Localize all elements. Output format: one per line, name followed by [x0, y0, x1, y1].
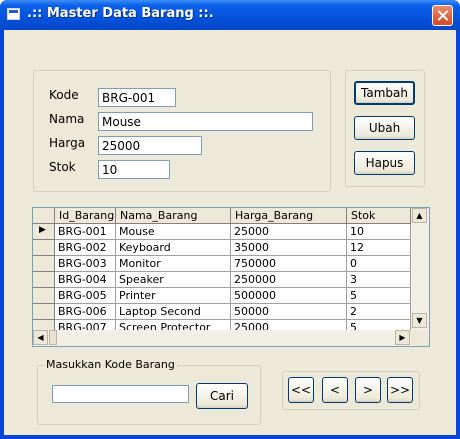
nama-label: Nama — [49, 112, 85, 126]
window-title: .:: Master Data Barang ::. — [27, 6, 214, 21]
row-selector[interactable] — [33, 272, 55, 288]
close-button[interactable] — [432, 5, 453, 26]
input-group: Kode BRG-001 Nama Mouse Harga 25000 Stok… — [33, 70, 331, 192]
cari-button[interactable]: Cari — [196, 383, 248, 409]
stok-label: Stok — [49, 160, 76, 174]
row-selector[interactable] — [33, 288, 55, 304]
scroll-down-arrow-icon[interactable]: ▼ — [412, 313, 427, 328]
cell-id[interactable]: BRG-005 — [55, 288, 116, 304]
scroll-right-arrow-icon[interactable]: ▶ — [395, 330, 410, 345]
harga-field[interactable]: 25000 — [98, 136, 202, 155]
column-header-harga[interactable]: Harga_Barang — [231, 208, 347, 224]
cell-stok[interactable]: 0 — [347, 256, 411, 272]
cell-id[interactable]: BRG-004 — [55, 272, 116, 288]
cell-harga[interactable]: 250000 — [231, 272, 347, 288]
cell-stok[interactable]: 5 — [347, 288, 411, 304]
cell-nama[interactable]: Keyboard — [116, 240, 231, 256]
first-record-button[interactable]: << — [288, 377, 314, 403]
next-record-button[interactable]: > — [355, 377, 381, 403]
title-bar[interactable]: .:: Master Data Barang ::. — [0, 0, 460, 30]
search-input[interactable] — [52, 385, 189, 403]
data-grid[interactable]: Id_Barang Nama_Barang Harga_Barang Stok … — [32, 207, 430, 347]
scroll-left-arrow-icon[interactable]: ◀ — [33, 330, 48, 345]
cell-harga[interactable]: 500000 — [231, 288, 347, 304]
last-record-button[interactable]: >> — [387, 377, 413, 403]
column-header-nama[interactable]: Nama_Barang — [116, 208, 231, 224]
cell-id[interactable]: BRG-001 — [55, 224, 116, 240]
cell-stok[interactable]: 2 — [347, 304, 411, 320]
row-selector[interactable] — [33, 256, 55, 272]
row-selector[interactable] — [33, 304, 55, 320]
app-icon — [7, 8, 20, 20]
tambah-button[interactable]: Tambah — [354, 81, 415, 105]
cell-nama[interactable]: Speaker — [116, 272, 231, 288]
horizontal-scroll-thumb[interactable] — [49, 330, 57, 345]
cell-harga[interactable]: 35000 — [231, 240, 347, 256]
vertical-scrollbar[interactable]: ▲ ▼ — [411, 208, 429, 330]
column-header-id[interactable]: Id_Barang — [55, 208, 116, 224]
nama-field[interactable]: Mouse — [98, 112, 313, 131]
cell-harga[interactable]: 50000 — [231, 304, 347, 320]
cell-stok[interactable]: 3 — [347, 272, 411, 288]
hapus-button[interactable]: Hapus — [354, 151, 415, 175]
cell-id[interactable]: BRG-006 — [55, 304, 116, 320]
cell-nama[interactable]: Mouse — [116, 224, 231, 240]
cell-nama[interactable]: Laptop Second — [116, 304, 231, 320]
column-header-stok[interactable]: Stok — [347, 208, 411, 224]
stok-field[interactable]: 10 — [98, 160, 170, 179]
cell-nama[interactable]: Monitor — [116, 256, 231, 272]
scroll-up-arrow-icon[interactable]: ▲ — [412, 208, 427, 223]
cell-harga[interactable]: 25000 — [231, 224, 347, 240]
form-client-area: Kode BRG-001 Nama Mouse Harga 25000 Stok… — [4, 30, 456, 435]
harga-label: Harga — [49, 136, 86, 150]
action-group: Tambah Ubah Hapus — [345, 70, 425, 187]
row-selector[interactable]: ▶ — [33, 224, 55, 240]
horizontal-scrollbar[interactable]: ◀ ▶ — [33, 330, 411, 346]
kode-label: Kode — [49, 88, 79, 102]
cell-nama[interactable]: Printer — [116, 288, 231, 304]
ubah-button[interactable]: Ubah — [354, 116, 415, 140]
previous-record-button[interactable]: < — [322, 377, 348, 403]
grid-corner-header — [33, 208, 55, 224]
cell-harga[interactable]: 750000 — [231, 256, 347, 272]
cell-stok[interactable]: 12 — [347, 240, 411, 256]
current-row-indicator-icon: ▶ — [39, 225, 46, 235]
row-selector[interactable] — [33, 240, 55, 256]
cell-id[interactable]: BRG-002 — [55, 240, 116, 256]
cell-id[interactable]: BRG-003 — [55, 256, 116, 272]
cell-stok[interactable]: 10 — [347, 224, 411, 240]
main-window: .:: Master Data Barang ::. Kode BRG-001 … — [0, 0, 460, 439]
kode-field[interactable]: BRG-001 — [98, 88, 176, 107]
scrollbar-corner — [411, 330, 429, 346]
search-group-label: Masukkan Kode Barang — [44, 358, 177, 371]
